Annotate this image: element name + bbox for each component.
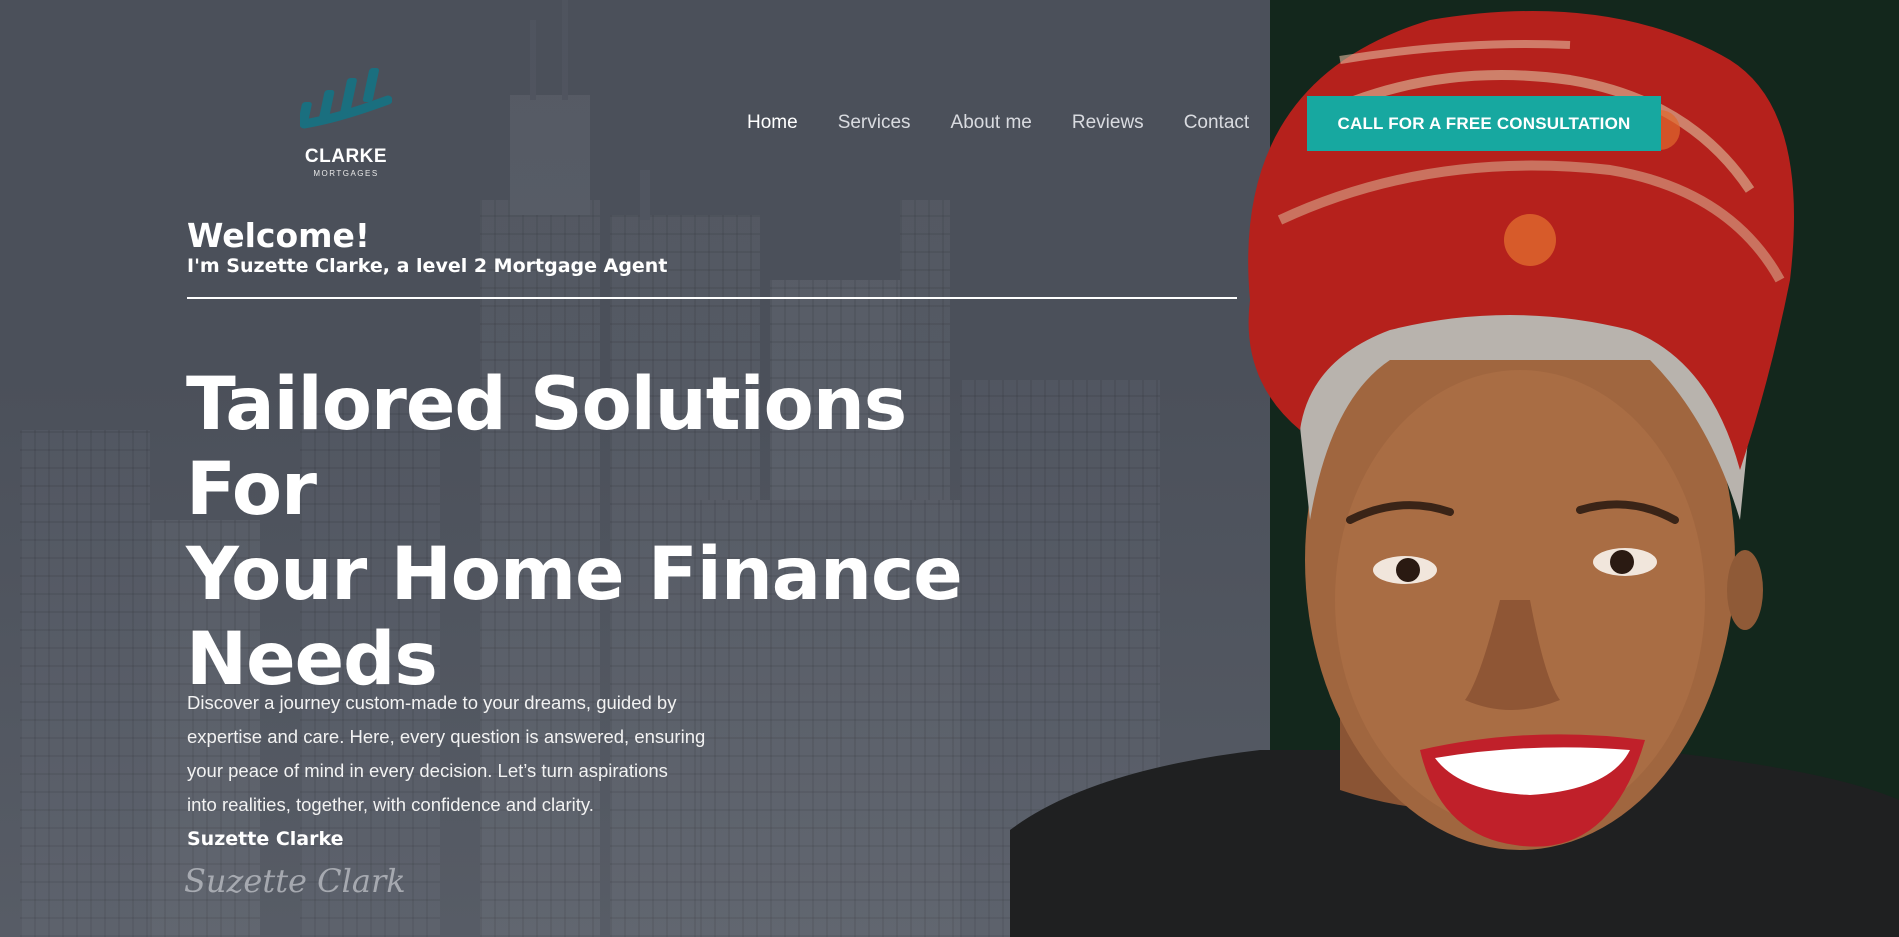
headline-line: Tailored Solutions For [186, 362, 907, 532]
nav-services[interactable]: Services [838, 112, 911, 134]
hero-headline: Tailored Solutions For Your Home Finance… [186, 362, 1046, 702]
description-line: into realities, together, with confidenc… [187, 794, 594, 815]
welcome-heading: Welcome! [187, 216, 370, 255]
brand-logo[interactable]: CLARKE MORTGAGES [296, 66, 396, 178]
section-divider [187, 297, 1237, 299]
description-line: Discover a journey custom-made to your d… [187, 692, 677, 713]
handwritten-signature: Suzette Clark [184, 862, 406, 900]
brand-subtitle: MORTGAGES [313, 169, 379, 178]
agent-intro: I'm Suzette Clarke, a level 2 Mortgage A… [187, 255, 668, 277]
nav-home[interactable]: Home [747, 112, 798, 134]
signer-name: Suzette Clarke [187, 828, 344, 850]
bar-chart-logo-icon [300, 68, 392, 129]
brand-name: CLARKE [304, 146, 388, 167]
description-line: expertise and care. Here, every question… [187, 726, 706, 747]
description-line: your peace of mind in every decision. Le… [187, 760, 668, 781]
free-consultation-button[interactable]: CALL FOR A FREE CONSULTATION [1307, 96, 1661, 151]
hero-description: Discover a journey custom-made to your d… [187, 686, 747, 822]
headline-line: Your Home Finance [186, 532, 963, 617]
